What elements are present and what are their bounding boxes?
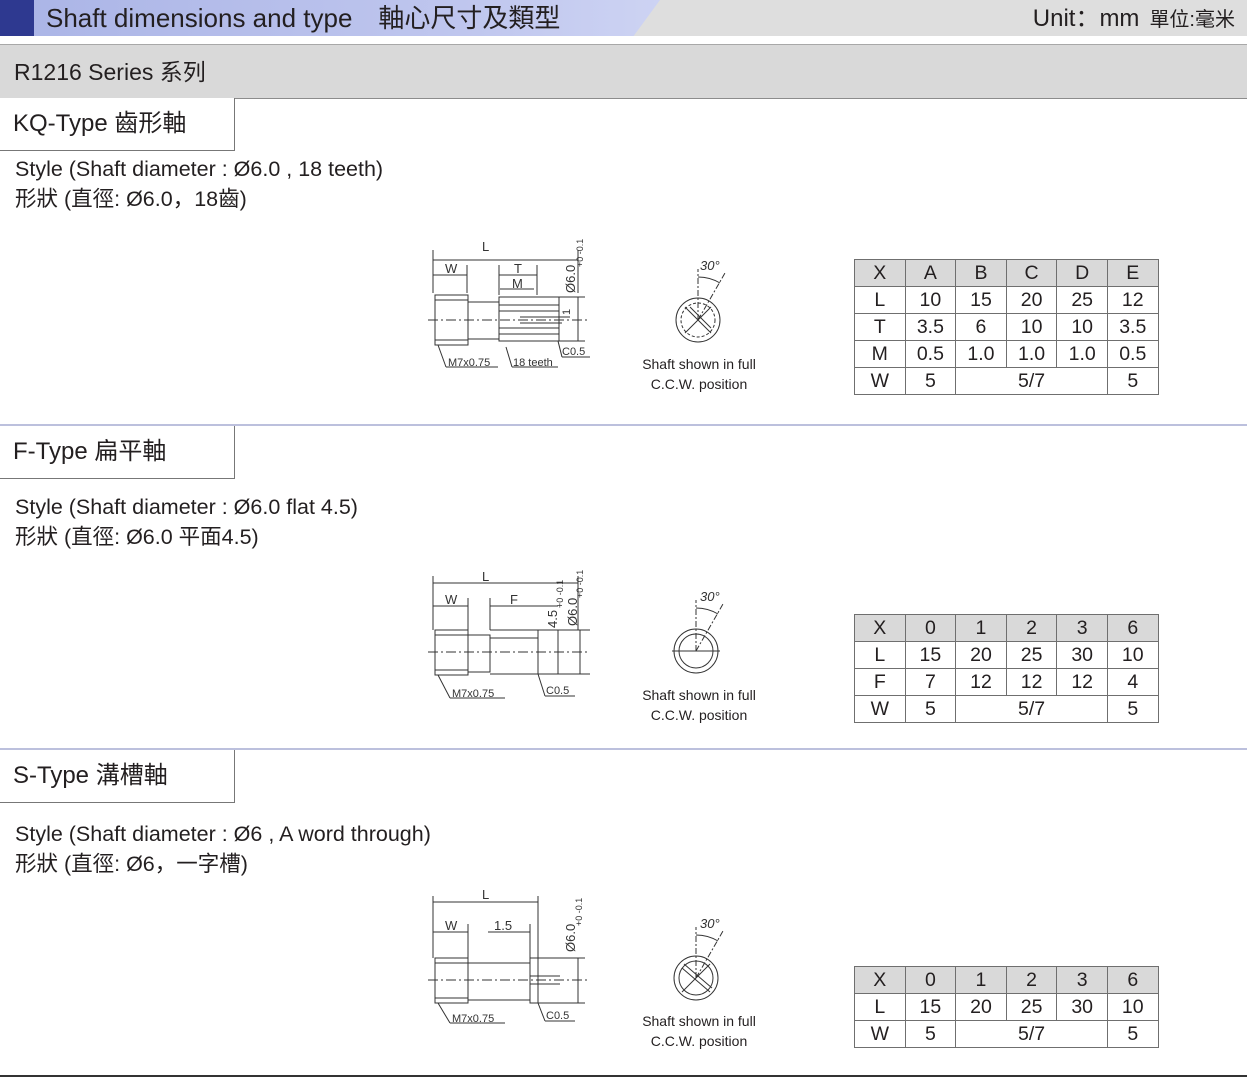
caption-line-2: C.C.W. position [650, 707, 748, 723]
angle-label: 30° [700, 916, 720, 931]
caption-line-1: Shaft shown in full [642, 1013, 756, 1029]
f-style-cn: 形狀 (直徑: Ø6.0 平面4.5) [15, 525, 259, 549]
label-tol: +0 -0.1 [575, 570, 585, 598]
table-row: W 5 5/7 5 [854, 1020, 1159, 1048]
kq-shaft-end-view: 30° [675, 258, 726, 343]
label-teeth: 18 teeth [513, 357, 553, 369]
label-f: F [510, 592, 518, 607]
unit-label: Unit：mm 單位:毫米 [1033, 4, 1235, 35]
table-row: L 15 20 25 30 10 [854, 993, 1159, 1021]
caption-line-2: C.C.W. position [650, 376, 748, 392]
kq-type-tab: KQ-Type 齒形軸 [0, 98, 235, 151]
label-chamfer: C0.5 [562, 346, 585, 358]
header-marker [0, 0, 34, 36]
label-tol: +0 -0.1 [575, 239, 585, 267]
label-flat: 4.5 [545, 610, 560, 628]
page-title: Shaft dimensions and type 軸心尺寸及類型 [46, 3, 561, 33]
label-thread: M7x0.75 [448, 357, 490, 369]
s-style-en: Style (Shaft diameter : Ø6 , A word thro… [15, 822, 431, 846]
caption-line-1: Shaft shown in full [642, 687, 756, 703]
label-w: W [445, 592, 458, 607]
f-shaft-end-view: 30° [672, 589, 724, 674]
f-type-title: F-Type 扁平軸 [13, 438, 167, 465]
label-thread: M7x0.75 [452, 1013, 494, 1025]
s-type-tab: S-Type 溝槽軸 [0, 750, 235, 803]
label-dia: Ø6.0 [563, 265, 578, 293]
kq-caption: Shaft shown in full C.C.W. position [619, 354, 779, 394]
angle-label: 30° [700, 258, 720, 273]
label-t: T [514, 261, 522, 276]
s-caption: Shaft shown in full C.C.W. position [619, 1011, 779, 1051]
kq-shaft-drawing: L W T M Ø6.0 +0 -0.1 1 M7x0.75 18 teeth … [428, 239, 590, 369]
label-l: L [482, 239, 489, 254]
label-w: W [445, 918, 458, 933]
label-w: W [445, 261, 458, 276]
label-tol: +0 -0.1 [574, 898, 584, 926]
label-one: 1 [561, 309, 573, 315]
label-l: L [482, 887, 489, 902]
caption-line-2: C.C.W. position [650, 1033, 748, 1049]
label-l: L [482, 569, 489, 584]
f-spec-table: X01236 L 15 20 25 30 10 F 7 12 12 12 4 W 5 5/7 5 [854, 614, 1159, 723]
label-dia: Ø6.0 [563, 924, 578, 952]
series-bar: R1216 Series 系列 [0, 44, 1247, 99]
label-chamfer: C0.5 [546, 685, 569, 697]
f-caption: Shaft shown in full C.C.W. position [619, 685, 779, 725]
label-dia: Ø6.0 [565, 598, 580, 626]
f-style-en: Style (Shaft diameter : Ø6.0 flat 4.5) [15, 495, 358, 519]
kq-style-cn: 形狀 (直徑: Ø6.0，18齒) [15, 187, 247, 211]
s-type-title: S-Type 溝槽軸 [13, 762, 168, 789]
series-title: R1216 Series 系列 [14, 59, 206, 85]
f-shaft-drawing: L W F 4.5 +0 -0.1 Ø6.0 +0 -0.1 M7x0.75 C… [428, 569, 590, 700]
table-row: X01236 [854, 614, 1159, 642]
label-slot: 1.5 [494, 918, 512, 933]
table-row: F 7 12 12 12 4 [854, 668, 1159, 696]
s-style-cn: 形狀 (直徑: Ø6，一字槽) [15, 852, 248, 876]
f-type-tab: F-Type 扁平軸 [0, 426, 235, 479]
table-row: W 5 5/7 5 [854, 695, 1159, 723]
table-row: L 10 15 20 25 12 [854, 286, 1159, 314]
label-thread: M7x0.75 [452, 688, 494, 700]
kq-type-title: KQ-Type 齒形軸 [13, 110, 187, 137]
kq-style-en: Style (Shaft diameter : Ø6.0 , 18 teeth) [15, 157, 384, 181]
table-row: XABCDE [854, 259, 1159, 287]
table-row: M 0.5 1.0 1.0 1.0 0.5 [854, 340, 1159, 368]
table-row: W 5 5/7 5 [854, 367, 1159, 395]
label-chamfer: C0.5 [546, 1010, 569, 1022]
s-shaft-end-view: 30° [673, 916, 724, 1001]
kq-spec-table: XABCDE L 10 15 20 25 12 T 3.5 6 10 10 3.5 M 0.5 1.0 1… [854, 259, 1159, 395]
unit-en: Unit：mm [1032, 5, 1140, 32]
table-row: X01236 [854, 966, 1159, 994]
label-m: M [512, 276, 523, 291]
s-spec-table: X01236 L 15 20 25 30 10 W 5 5/7 5 [854, 966, 1159, 1048]
label-flat-tol: +0 -0.1 [555, 580, 565, 608]
table-row: L 15 20 25 30 10 [854, 641, 1159, 669]
page-header: Shaft dimensions and type 軸心尺寸及類型 Unit：m… [0, 0, 1247, 36]
table-row: T 3.5 6 10 10 3.5 [854, 313, 1159, 341]
angle-label: 30° [700, 589, 720, 604]
unit-cn: 單位:毫米 [1149, 9, 1235, 31]
caption-line-1: Shaft shown in full [642, 356, 756, 372]
s-shaft-drawing: L W 1.5 Ø6.0 +0 -0.1 M7x0.75 C0.5 [428, 887, 590, 1025]
